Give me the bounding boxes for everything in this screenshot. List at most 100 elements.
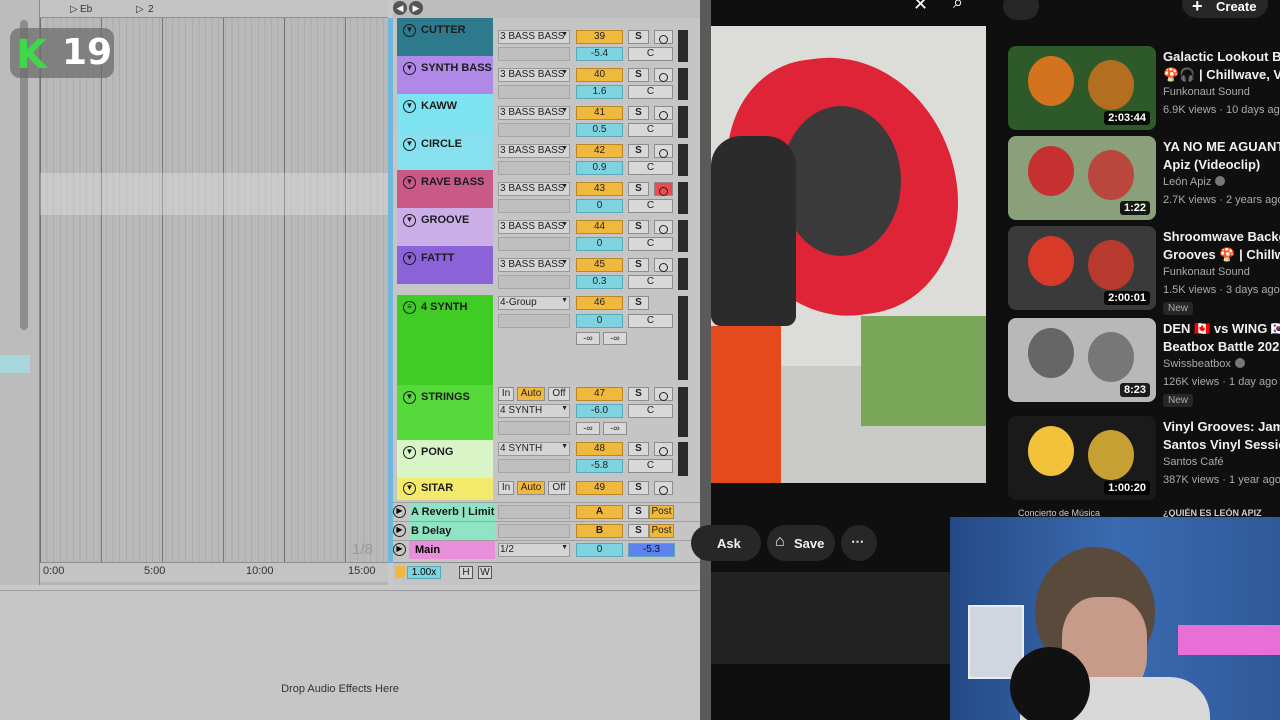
monitor-off-button[interactable]: Off (548, 481, 570, 495)
track-header[interactable]: ▼ KAWW (397, 94, 493, 132)
track-number[interactable]: 49 (576, 481, 623, 495)
record-arm-button[interactable] (654, 182, 673, 196)
fold-icon[interactable]: ▼ (403, 214, 416, 227)
track-header[interactable]: ▼ CIRCLE (397, 132, 493, 170)
record-arm-button[interactable] (654, 387, 673, 401)
output-channel[interactable] (498, 199, 570, 213)
main-track[interactable]: ▶ Main 1/2 0 -5.3 (393, 540, 706, 559)
output-routing[interactable]: 3 BASS BASS (498, 106, 570, 120)
monitor-auto-button[interactable]: Auto (517, 387, 545, 401)
return-routing[interactable] (498, 505, 570, 519)
solo-button[interactable]: S (628, 481, 649, 495)
h-toggle[interactable]: H (459, 566, 473, 579)
channel-name[interactable]: Santos Café (1163, 456, 1224, 468)
output-channel[interactable] (498, 85, 570, 99)
solo-button[interactable]: S (628, 30, 649, 44)
track-number[interactable]: 44 (576, 220, 623, 234)
record-arm-button[interactable] (654, 258, 673, 272)
solo-button[interactable]: S (628, 505, 649, 519)
group-routing[interactable]: 4-Group (498, 296, 570, 310)
solo-button[interactable]: S (628, 68, 649, 82)
output-routing[interactable]: 3 BASS BASS (498, 220, 570, 234)
main-play-icon[interactable]: ▶ (393, 543, 406, 556)
track-number[interactable]: 48 (576, 442, 623, 456)
record-arm-button[interactable] (654, 220, 673, 234)
record-arm-button[interactable] (654, 144, 673, 158)
monitor-auto-button[interactable]: Auto (517, 481, 545, 495)
recommended-video[interactable]: 1:00:20 Vinyl Grooves: Jamiro Santos Vin… (1008, 416, 1280, 504)
close-icon[interactable]: ✕ (913, 0, 928, 15)
output-routing[interactable]: 3 BASS BASS (498, 144, 570, 158)
device-view[interactable]: Drop Audio Effects Here (0, 590, 706, 720)
fold-icon[interactable]: ▼ (403, 100, 416, 113)
fold-icon[interactable]: ▼ (403, 138, 416, 151)
output-channel[interactable] (498, 237, 570, 251)
video-title[interactable]: DEN 🇨🇦 vs WING 🇰🇷 | Beatbox Battle 2025: (1163, 320, 1280, 356)
monitor-in-button[interactable]: In (498, 387, 514, 401)
center-pan-button[interactable]: C (628, 161, 673, 175)
recommended-video[interactable]: 2:00:01 Shroomwave Backgro Grooves 🍄 | C… (1008, 226, 1280, 315)
solo-button[interactable]: S (628, 296, 649, 310)
center-pan-button[interactable]: C (628, 404, 673, 418)
search-icon[interactable]: ⌕ (953, 0, 963, 13)
center-pan-button[interactable]: C (628, 47, 673, 61)
return-track[interactable]: ▶ B Delay B S Post (393, 521, 706, 540)
video-player[interactable] (711, 26, 986, 483)
return-letter[interactable]: B (576, 524, 623, 538)
record-arm-button[interactable] (654, 442, 673, 456)
channel-name[interactable]: Swissbeatbox (1163, 358, 1245, 370)
monitor-off-button[interactable]: Off (548, 387, 570, 401)
track-number[interactable]: 45 (576, 258, 623, 272)
pan-value[interactable]: 1.6 (576, 85, 623, 99)
monitor-in-button[interactable]: In (498, 481, 514, 495)
solo-button[interactable]: S (628, 144, 649, 158)
ask-button[interactable]: Ask (691, 525, 761, 561)
video-thumbnail[interactable]: 8:23 (1008, 318, 1156, 402)
video-thumbnail[interactable]: 2:00:01 (1008, 226, 1156, 310)
group-track-header[interactable]: ≡ 4 SYNTH (397, 295, 493, 385)
output-routing[interactable]: 4 SYNTH (498, 442, 570, 456)
nav-right-icon[interactable]: ▶ (409, 1, 423, 15)
output-routing[interactable]: 3 BASS BASS (498, 30, 570, 44)
channel-name[interactable]: Funkonaut Sound (1163, 266, 1250, 278)
pan-value[interactable]: 0.3 (576, 275, 623, 289)
output-channel[interactable] (498, 275, 570, 289)
center-pan-button[interactable]: C (628, 275, 673, 289)
return-routing[interactable] (498, 524, 570, 538)
video-thumbnail[interactable]: 1:22 (1008, 136, 1156, 220)
video-title[interactable]: Galactic Lookout Boo 🍄🎧 | Chillwave, Vap (1163, 48, 1280, 84)
output-routing[interactable]: 4 SYNTH (498, 404, 570, 418)
arrangement-ruler[interactable]: ▷ Eb ▷ 2 (40, 0, 388, 18)
record-arm-button[interactable] (654, 30, 673, 44)
pan-value[interactable]: 0.9 (576, 161, 623, 175)
track-header[interactable]: ▼ RAVE BASS (397, 170, 493, 208)
solo-button[interactable]: S (628, 524, 649, 538)
return-play-icon[interactable]: ▶ (393, 524, 406, 537)
track-header[interactable]: ▼ CUTTER (397, 18, 493, 56)
pan-value[interactable]: -6.0 (576, 404, 623, 418)
track-number[interactable]: 39 (576, 30, 623, 44)
center-pan-button[interactable]: C (628, 123, 673, 137)
solo-button[interactable]: S (628, 387, 649, 401)
nav-left-icon[interactable]: ◀ (393, 1, 407, 15)
track-number[interactable]: 42 (576, 144, 623, 158)
main-routing[interactable]: 1/2 (498, 543, 570, 557)
return-letter[interactable]: A (576, 505, 623, 519)
video-title[interactable]: Vinyl Grooves: Jamiro Santos Vinyl Sessi… (1163, 418, 1280, 454)
output-channel[interactable] (498, 421, 570, 435)
arrangement-grid[interactable] (40, 18, 388, 562)
pan-value[interactable]: 0.5 (576, 123, 623, 137)
fold-icon[interactable]: ▼ (403, 482, 416, 495)
track-header[interactable]: ▼ SYNTH BASS (397, 56, 493, 94)
create-button[interactable]: + Create (1182, 0, 1268, 18)
recommended-video[interactable]: 8:23 DEN 🇨🇦 vs WING 🇰🇷 | Beatbox Battle … (1008, 318, 1280, 407)
recommended-video[interactable]: 2:03:44 Galactic Lookout Boo 🍄🎧 | Chillw… (1008, 46, 1280, 134)
track-number[interactable]: 41 (576, 106, 623, 120)
fold-icon[interactable]: ▼ (403, 391, 416, 404)
output-routing[interactable]: 3 BASS BASS (498, 258, 570, 272)
save-button[interactable]: ⌂ Save (767, 525, 835, 561)
pan-value[interactable]: 0 (576, 314, 623, 328)
track-header[interactable]: ▼ STRINGS (397, 385, 493, 440)
video-thumbnail[interactable]: 1:00:20 (1008, 416, 1156, 500)
window-divider[interactable] (700, 0, 711, 720)
